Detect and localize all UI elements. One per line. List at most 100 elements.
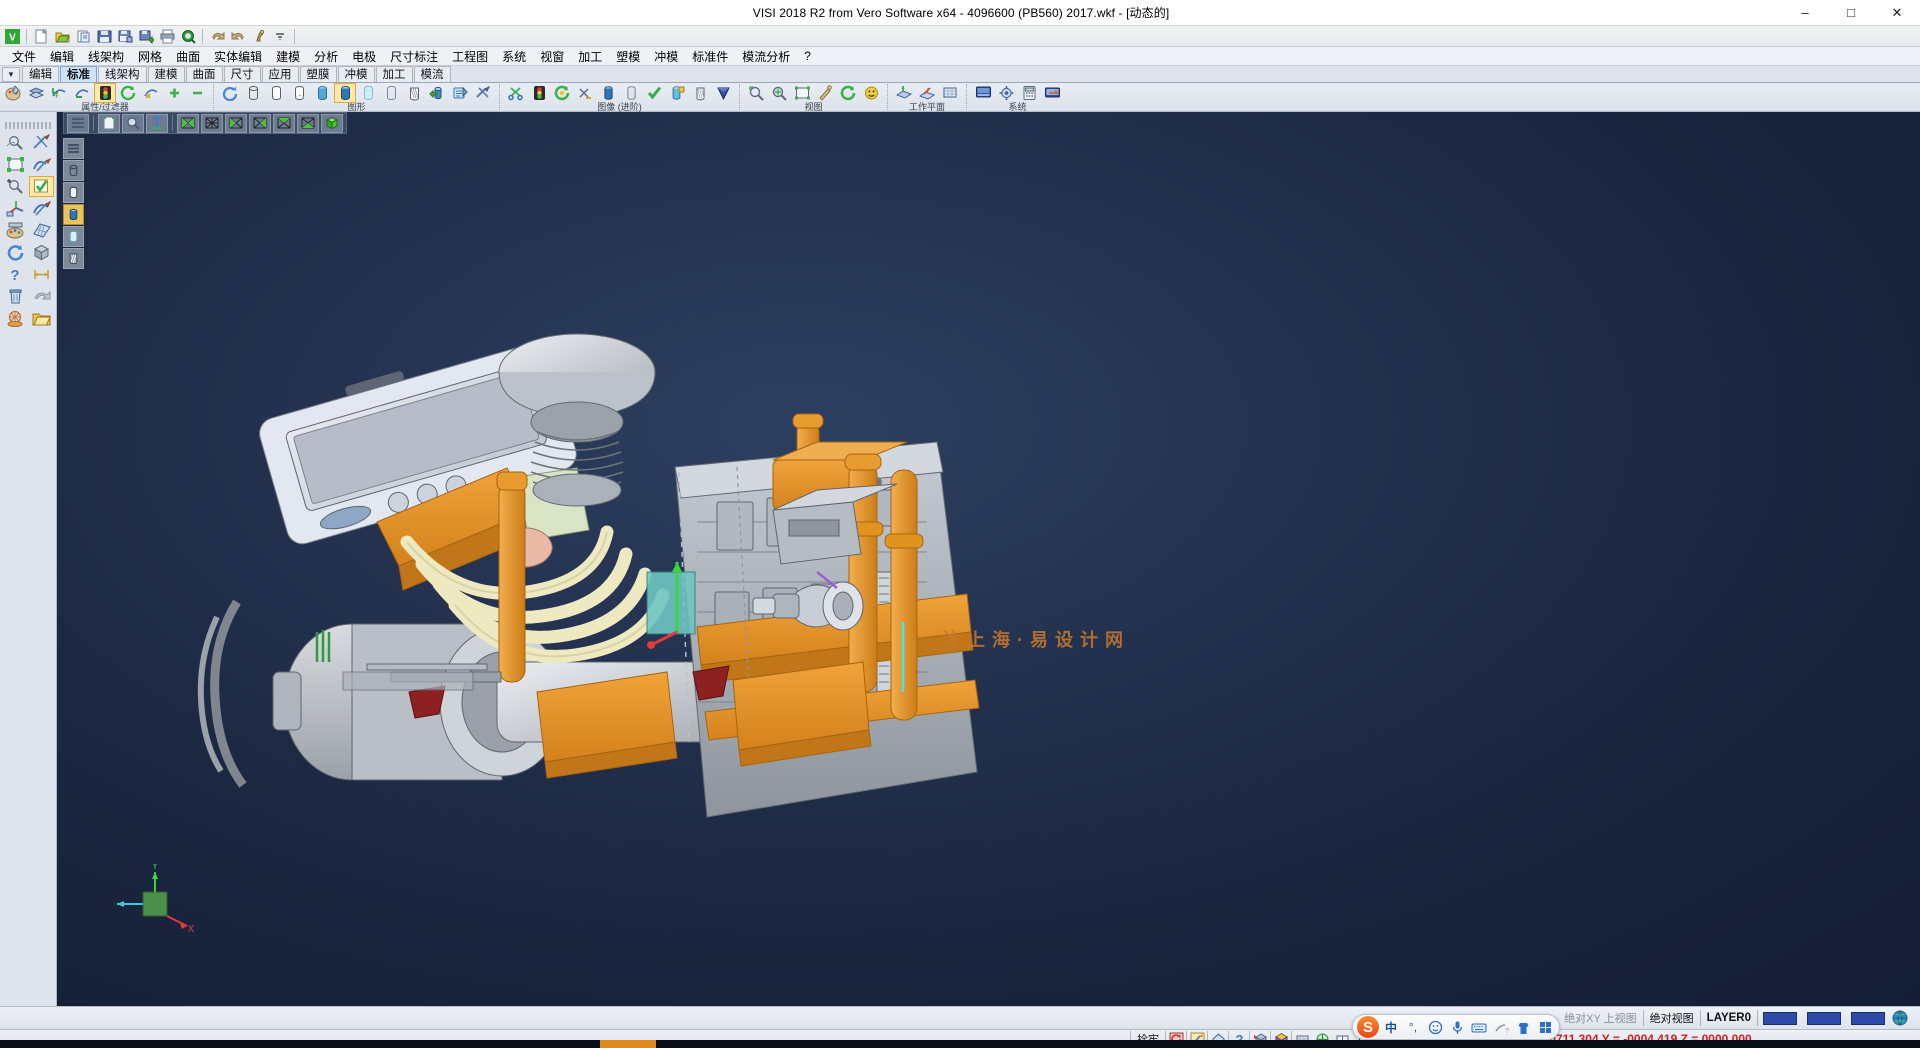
- preferences-icon[interactable]: [995, 83, 1017, 103]
- undo-icon[interactable]: [207, 27, 227, 46]
- tab-standard[interactable]: 标准: [60, 66, 97, 82]
- measure-icon[interactable]: [29, 264, 54, 285]
- zoom-window-icon[interactable]: [745, 83, 767, 103]
- open-file-icon[interactable]: [52, 27, 72, 46]
- tab-modeling[interactable]: 建模: [148, 66, 185, 82]
- handwriting-icon[interactable]: ?: [1491, 1017, 1511, 1037]
- soft-keyboard-icon[interactable]: [1469, 1017, 1489, 1037]
- tab-machining[interactable]: 加工: [376, 66, 413, 82]
- tab-moldflow[interactable]: 模流: [414, 66, 451, 82]
- redraw-icon[interactable]: [219, 83, 241, 103]
- view-frame-icon[interactable]: [791, 83, 813, 103]
- mesh-cylinder-icon[interactable]: [689, 83, 711, 103]
- close-button[interactable]: ✕: [1874, 0, 1920, 26]
- edit-entity-icon[interactable]: [29, 132, 54, 153]
- menu-progress-die[interactable]: 冲模: [647, 47, 685, 66]
- render-icon[interactable]: [426, 83, 448, 103]
- menu-window[interactable]: 视窗: [533, 47, 571, 66]
- refresh-icon[interactable]: [3, 242, 28, 263]
- view-mode-label[interactable]: 绝对视图: [1644, 1008, 1700, 1029]
- color-chip-1[interactable]: [1763, 1012, 1797, 1025]
- smiley-icon[interactable]: [860, 83, 882, 103]
- menu-flow-analysis[interactable]: 模流分析: [735, 47, 797, 66]
- tab-dimension[interactable]: 尺寸: [224, 66, 261, 82]
- color-chip-3[interactable]: [1851, 1012, 1885, 1025]
- add-entity-icon[interactable]: +: [48, 83, 70, 103]
- hide-icon[interactable]: [186, 83, 208, 103]
- scissors-icon[interactable]: [505, 83, 527, 103]
- print-preview-icon[interactable]: [178, 27, 198, 46]
- zoom-dynamic-icon[interactable]: [574, 83, 596, 103]
- palette-icon[interactable]: [3, 220, 28, 241]
- help-query-icon[interactable]: ?: [3, 264, 28, 285]
- screen-capture-icon[interactable]: [1041, 83, 1063, 103]
- curve-edit-icon[interactable]: [29, 198, 54, 219]
- toolbar-grip[interactable]: [5, 122, 52, 129]
- check-box-icon[interactable]: [29, 176, 54, 197]
- axis-move-icon[interactable]: [3, 198, 28, 219]
- minimize-button[interactable]: –: [1782, 0, 1828, 26]
- color-palette-icon[interactable]: [2, 83, 24, 103]
- skin-icon[interactable]: [1513, 1017, 1533, 1037]
- menu-machining[interactable]: 加工: [571, 47, 609, 66]
- ribbon-collapse-icon[interactable]: ▼: [2, 67, 20, 82]
- sketch-edit-icon[interactable]: [29, 154, 54, 175]
- menu-analysis[interactable]: 分析: [307, 47, 345, 66]
- blank-entity-icon[interactable]: [140, 83, 162, 103]
- shade-quality-icon[interactable]: [380, 83, 402, 103]
- show-all-icon[interactable]: [163, 83, 185, 103]
- menu-edit[interactable]: 编辑: [43, 47, 81, 66]
- section-icon[interactable]: [403, 83, 425, 103]
- shade-edges-icon[interactable]: [334, 83, 356, 103]
- layer-label[interactable]: LAYER0: [1701, 1008, 1757, 1029]
- tab-mould[interactable]: 塑膜: [300, 66, 337, 82]
- voice-input-icon[interactable]: [1447, 1017, 1467, 1037]
- menu-surface[interactable]: 曲面: [169, 47, 207, 66]
- taskbar-active-item[interactable]: [600, 1040, 656, 1048]
- shade-plain-icon[interactable]: [620, 83, 642, 103]
- undo-arrow-icon[interactable]: [29, 286, 54, 307]
- tab-edit[interactable]: 编辑: [22, 66, 59, 82]
- save-icon[interactable]: [94, 27, 114, 46]
- tab-wireframe[interactable]: 线架构: [98, 66, 147, 82]
- menu-file[interactable]: 文件: [5, 47, 43, 66]
- menu-mesh[interactable]: 网格: [131, 47, 169, 66]
- shade-solid-icon[interactable]: [597, 83, 619, 103]
- check-green-icon[interactable]: [643, 83, 665, 103]
- render-scene-icon[interactable]: [3, 308, 28, 329]
- workplane-manage-icon[interactable]: [939, 83, 961, 103]
- sogou-ime-toolbar[interactable]: S 中 °, ?: [1352, 1014, 1560, 1040]
- frame-select-icon[interactable]: [3, 154, 28, 175]
- transparent-icon[interactable]: [357, 83, 379, 103]
- hidden-dashed-icon[interactable]: [288, 83, 310, 103]
- sogou-logo-icon[interactable]: S: [1357, 1016, 1379, 1038]
- menu-mould[interactable]: 塑模: [609, 47, 647, 66]
- smiley-icon[interactable]: [1425, 1017, 1445, 1037]
- color-chip-2[interactable]: [1807, 1012, 1841, 1025]
- grid-plane-icon[interactable]: [29, 220, 54, 241]
- layer-manager-icon[interactable]: [25, 83, 47, 103]
- import-icon[interactable]: [73, 27, 93, 46]
- highlight-icon[interactable]: [666, 83, 688, 103]
- visi-logo-icon[interactable]: V: [2, 27, 22, 46]
- rotate-dynamic-icon[interactable]: [551, 83, 573, 103]
- menu-drawing[interactable]: 工程图: [445, 47, 495, 66]
- zoom-select-icon[interactable]: [3, 132, 28, 153]
- traffic-light-icon[interactable]: [528, 83, 550, 103]
- cad-viewport[interactable]: 沐 上 海 · 易 设 计 网 Y X: [57, 112, 1920, 1006]
- shade-icon[interactable]: [311, 83, 333, 103]
- diamond-icon[interactable]: [712, 83, 734, 103]
- maximize-button[interactable]: □: [1828, 0, 1874, 26]
- redo-icon[interactable]: [228, 27, 248, 46]
- calculator-icon[interactable]: [1018, 83, 1040, 103]
- delete-icon[interactable]: [3, 286, 28, 307]
- system-settings-icon[interactable]: [972, 83, 994, 103]
- menu-wireframe[interactable]: 线架构: [81, 47, 131, 66]
- traffic-light-icon[interactable]: [94, 83, 116, 103]
- clip-icon[interactable]: [472, 83, 494, 103]
- print-icon[interactable]: [157, 27, 177, 46]
- solid-cube-icon[interactable]: [29, 242, 54, 263]
- toolbox-icon[interactable]: [1535, 1017, 1555, 1037]
- wireframe-icon[interactable]: [242, 83, 264, 103]
- menu-solid-edit[interactable]: 实体编辑: [207, 47, 269, 66]
